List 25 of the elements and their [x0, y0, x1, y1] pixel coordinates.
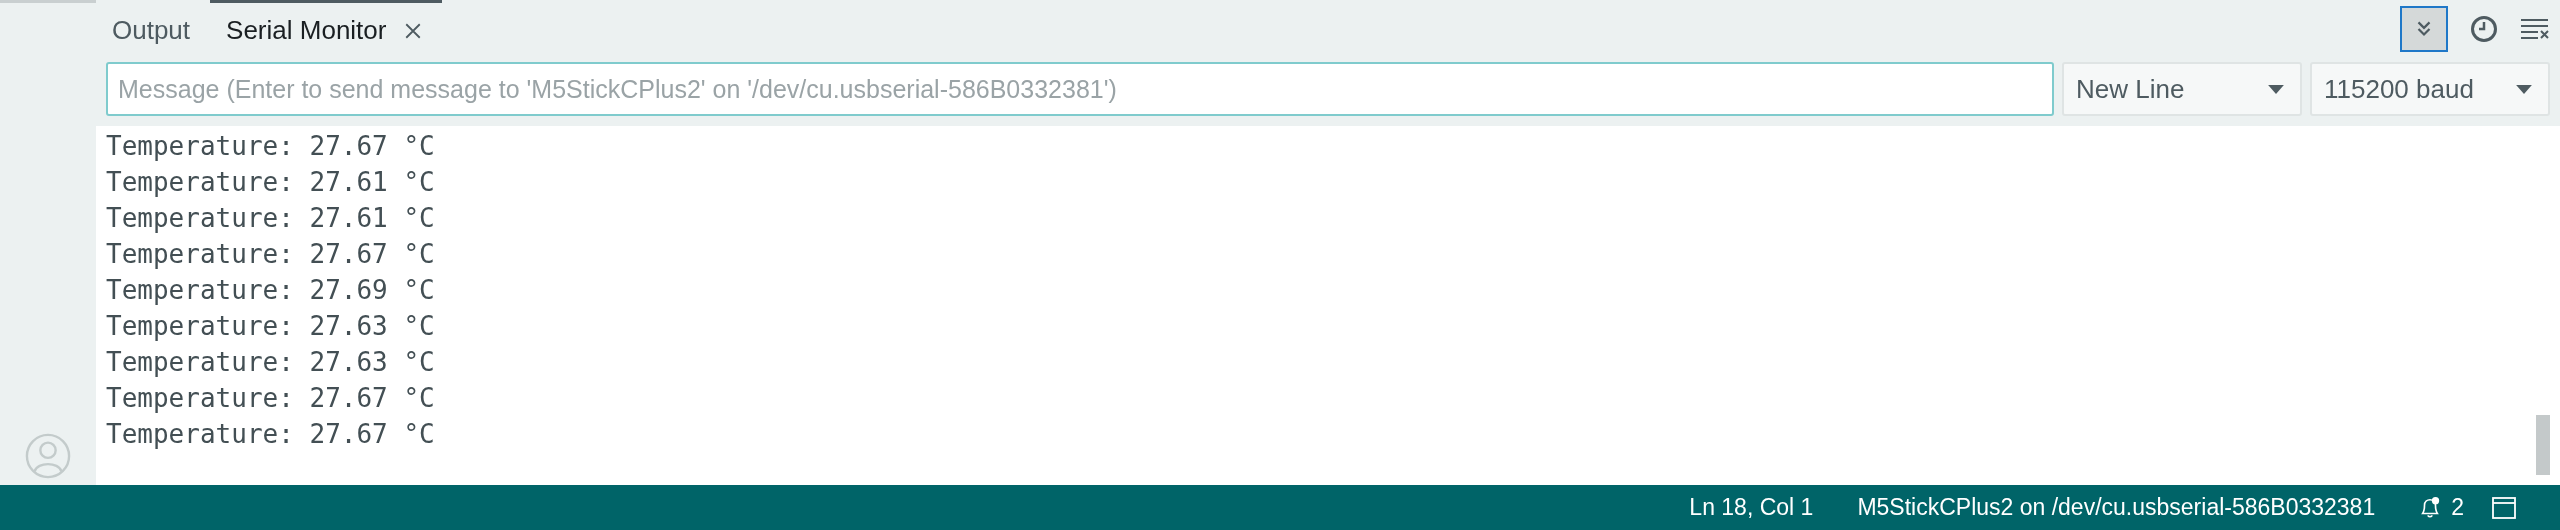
- log-line: Temperature: 27.67 °C: [106, 418, 436, 451]
- log-line: Temperature: 27.63 °C: [106, 346, 436, 379]
- panel-icon[interactable]: [2492, 496, 2516, 519]
- panel-tab[interactable]: Output: [96, 0, 211, 58]
- line-ending-dropdown[interactable]: New Line: [2062, 62, 2302, 116]
- log-line: Temperature: 27.61 °C: [106, 166, 436, 199]
- caret-icon: [2268, 84, 2284, 94]
- log-line: Temperature: 27.61 °C: [106, 202, 436, 235]
- notification-count[interactable]: 2: [2451, 494, 2464, 521]
- message-field[interactable]: Message (Enter to send message to 'M5StickCPlus2' on '/dev/cu.usbserial-586B0332381'): [106, 62, 2054, 116]
- log-line: Temperature: 27.69 °C: [106, 274, 436, 307]
- log-line: Temperature: 27.63 °C: [106, 310, 436, 343]
- cursor-position[interactable]: Ln 18, Col 1: [1689, 494, 1814, 521]
- clear-output-icon[interactable]: [2520, 17, 2550, 41]
- caret-icon: [2516, 84, 2532, 94]
- log-line: Temperature: 27.67 °C: [106, 382, 436, 415]
- log-line: Temperature: 27.67 °C: [106, 238, 436, 271]
- scrollbar-thumb[interactable]: [2536, 415, 2550, 475]
- baud-rate-dropdown[interactable]: 115200 baud: [2310, 62, 2550, 116]
- board-port[interactable]: M5StickCPlus2 on /dev/cu.usbserial-586B0332381: [1857, 494, 2376, 521]
- clock-icon[interactable]: [2470, 15, 2498, 43]
- bell-icon[interactable]: [2419, 495, 2442, 520]
- log-line: Temperature: 27.67 °C: [106, 130, 436, 163]
- close-icon[interactable]: [404, 21, 423, 40]
- autoscroll-button[interactable]: [2400, 6, 2448, 52]
